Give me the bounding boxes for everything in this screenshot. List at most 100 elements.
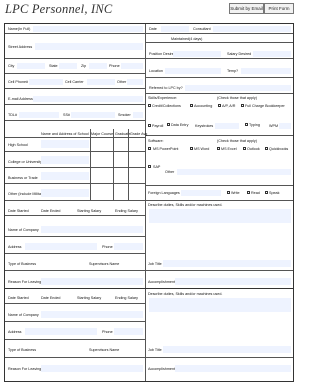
job-title-label-2: Job Title xyxy=(148,348,162,352)
date-label: Date xyxy=(149,27,157,31)
speak-label: Speak xyxy=(269,191,280,195)
sap-label: SAP xyxy=(153,165,161,169)
outlook-checkbox[interactable] xyxy=(243,147,246,150)
accomplishments-input-1[interactable] xyxy=(175,278,291,285)
company-input-1[interactable] xyxy=(41,226,143,233)
starting-salary-label-2: Starting Salary xyxy=(77,296,102,300)
ms-excel-label: MS Excel xyxy=(221,147,237,151)
accomplishments-label-2: Accomplishments xyxy=(148,367,177,371)
wpm-input[interactable] xyxy=(279,123,291,129)
smoker-input[interactable] xyxy=(133,112,143,118)
state-input[interactable] xyxy=(59,63,77,69)
ms-word-label: MS Word xyxy=(194,147,210,151)
accomplishments-input-2[interactable] xyxy=(175,365,291,372)
credit-checkbox[interactable] xyxy=(148,104,151,107)
ending-salary-label-1: Ending Salary xyxy=(115,209,138,213)
ssn-input[interactable] xyxy=(71,112,115,118)
data-entry-checkbox[interactable] xyxy=(167,123,170,126)
date-started-label-2: Date Started xyxy=(8,296,29,300)
keystrokes-label: Keystrokes xyxy=(195,124,214,128)
bookkeeper-checkbox[interactable] xyxy=(241,104,244,107)
tdl-input[interactable] xyxy=(19,112,59,118)
print-form-button[interactable]: Print Form xyxy=(264,3,294,14)
school-column-header: Name and Address of School xyxy=(41,132,89,136)
email-input[interactable] xyxy=(33,96,143,102)
sap-checkbox[interactable] xyxy=(148,165,151,168)
phone-label: Phone xyxy=(109,64,120,68)
consultant-input[interactable] xyxy=(213,26,291,32)
other-military-label: Other (Include Military) xyxy=(8,192,46,196)
ending-salary-label-2: Ending Salary xyxy=(115,296,138,300)
speak-checkbox[interactable] xyxy=(265,191,268,194)
phone-input-1[interactable] xyxy=(114,243,143,250)
address-input-2[interactable] xyxy=(25,328,97,335)
address-input-1[interactable] xyxy=(25,243,97,250)
ms-word-checkbox[interactable] xyxy=(190,147,193,150)
accounting-checkbox[interactable] xyxy=(190,104,193,107)
foreign-languages-input[interactable] xyxy=(181,190,221,196)
company-input-2[interactable] xyxy=(41,311,143,318)
reason-leaving-label-2: Reason For Leaving xyxy=(8,367,42,371)
ms-powerpoint-label: MS PowerPoint xyxy=(153,147,179,151)
describe-duties-label-1: Describe duties, Skills and/or machines … xyxy=(148,203,223,207)
address-label-2: Address xyxy=(8,330,22,334)
temp-input[interactable] xyxy=(241,68,291,74)
ms-excel-checkbox[interactable] xyxy=(217,147,220,150)
position-desired-input[interactable] xyxy=(173,51,221,57)
other-input[interactable] xyxy=(127,79,143,85)
phone-label-2: Phone xyxy=(102,330,113,334)
application-form: Name(In Full) Date Consultant Maintained… xyxy=(4,23,294,382)
name-label: Name(In Full) xyxy=(8,27,31,31)
describe-duties-input-2[interactable] xyxy=(149,298,291,312)
city-label: City xyxy=(8,64,15,68)
maintained-label: Maintained(4 days) xyxy=(171,37,203,41)
company-label-1: Name of Company xyxy=(8,228,39,232)
temp-label: Temp? xyxy=(227,69,239,73)
ms-powerpoint-checkbox[interactable] xyxy=(148,147,151,150)
quickbooks-checkbox[interactable] xyxy=(265,147,268,150)
referred-input[interactable] xyxy=(185,85,291,91)
name-input[interactable] xyxy=(33,26,143,32)
reason-leaving-input-2[interactable] xyxy=(41,365,143,372)
credit-label: Credit/Collections xyxy=(152,104,181,108)
college-label: College or University xyxy=(8,160,43,164)
read-checkbox[interactable] xyxy=(247,191,250,194)
referred-label: Referred to LPC by? xyxy=(149,86,183,90)
business-trade-input[interactable] xyxy=(41,172,89,180)
phone-input-2[interactable] xyxy=(114,328,143,335)
cell-carrier-input[interactable] xyxy=(87,79,115,85)
location-input[interactable] xyxy=(165,68,221,74)
zip-input[interactable] xyxy=(89,63,107,69)
high-school-input[interactable] xyxy=(41,140,89,148)
location-label: Location xyxy=(149,69,163,73)
supervisor-label-2: Supervisors Name xyxy=(89,348,120,352)
describe-duties-input-1[interactable] xyxy=(149,209,291,223)
keystrokes-input[interactable] xyxy=(215,123,239,129)
college-input[interactable] xyxy=(41,156,89,164)
reason-leaving-input-1[interactable] xyxy=(41,278,143,285)
typing-label: Typing xyxy=(249,123,260,127)
city-input[interactable] xyxy=(17,63,45,69)
job-title-input-1[interactable] xyxy=(163,260,291,267)
date-input[interactable] xyxy=(161,26,189,32)
salary-desired-input[interactable] xyxy=(253,51,291,57)
job-title-input-2[interactable] xyxy=(163,346,291,353)
software-other-input[interactable] xyxy=(177,169,291,175)
bookkeeper-label: Full Charge Bookkeeper xyxy=(245,104,285,108)
write-checkbox[interactable] xyxy=(227,191,230,194)
cell-phone-input[interactable] xyxy=(29,79,63,85)
street-input[interactable] xyxy=(35,43,143,50)
typing-checkbox[interactable] xyxy=(245,123,248,126)
date-started-label-1: Date Started xyxy=(8,209,29,213)
phone-input[interactable] xyxy=(121,63,143,69)
other-military-input[interactable] xyxy=(41,189,89,197)
ap-ar-checkbox[interactable] xyxy=(218,104,221,107)
cell-phone-label: Cell Phone# xyxy=(8,80,29,84)
foreign-languages-label: Foreign Languages xyxy=(148,191,180,195)
describe-duties-label-2: Describe duties, Skills and/or machines … xyxy=(148,292,223,296)
payroll-checkbox[interactable] xyxy=(148,124,151,127)
read-label: Read xyxy=(251,191,260,195)
application-page: LPC Personnel, INC Submit by Email Print… xyxy=(0,0,298,386)
submit-by-email-button[interactable]: Submit by Email xyxy=(229,3,264,14)
business-trade-label: Business or Trade xyxy=(8,176,38,180)
